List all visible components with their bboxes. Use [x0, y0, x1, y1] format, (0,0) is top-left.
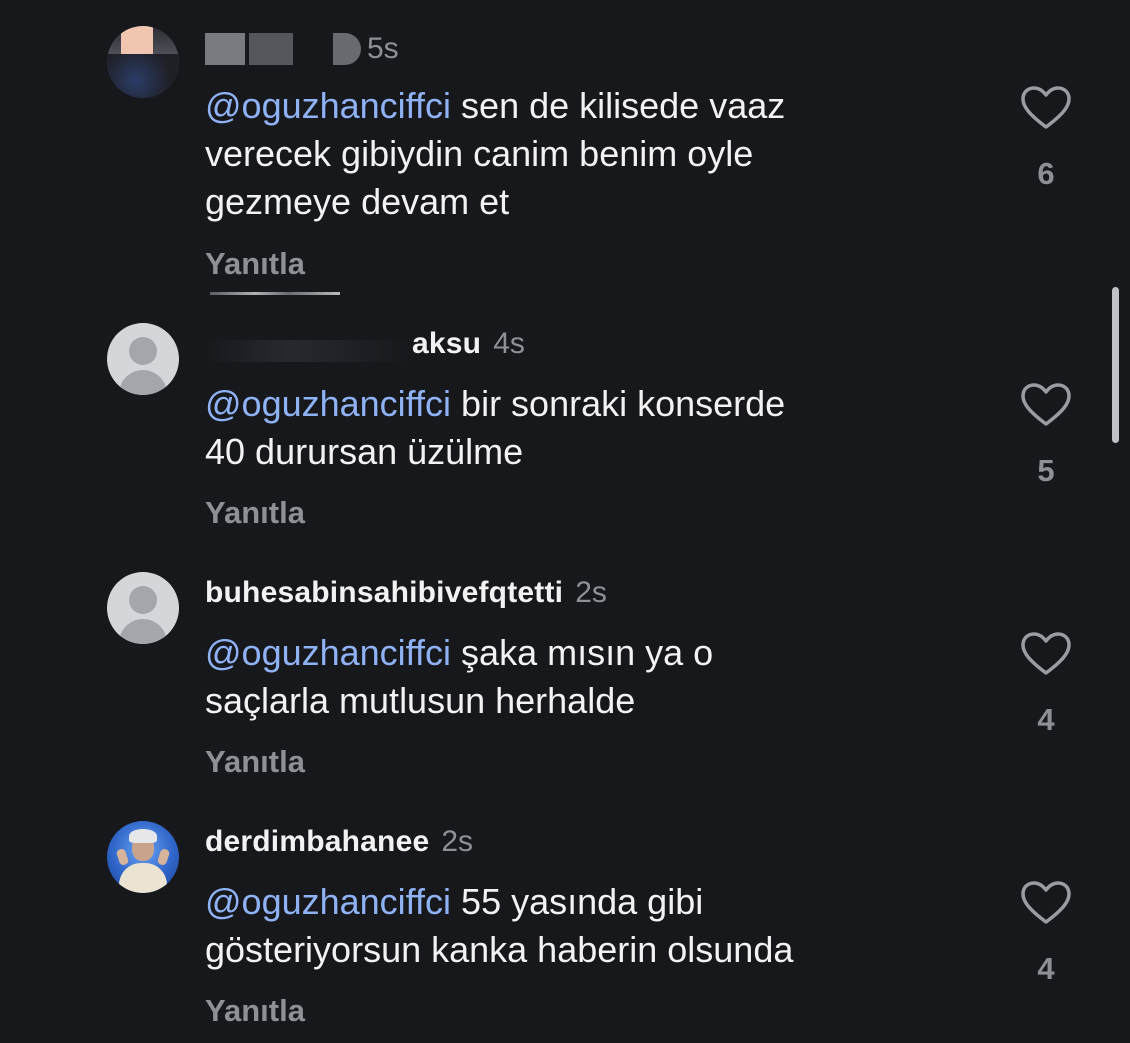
comment-text-line: gösteriyorsun kanka haberin olsunda [205, 929, 794, 970]
redacted-username-part [205, 33, 245, 65]
comment-header: aksu 4s [205, 324, 525, 364]
like-count: 6 [1037, 156, 1055, 191]
comment-text: @oguzhanciffci sen de kilisede vaaz vere… [205, 82, 945, 226]
avatar-photo-detail [119, 863, 167, 893]
heart-outline-icon[interactable] [1020, 85, 1072, 131]
comment-text-line: verecek gibiydin canim benim oyle [205, 133, 754, 174]
comment-text-line: @oguzhanciffci 55 yasında gibi [205, 878, 945, 926]
heart-outline-icon[interactable] [1020, 631, 1072, 677]
mention-link[interactable]: @oguzhanciffci [205, 85, 451, 126]
avatar[interactable] [107, 821, 179, 893]
heart-outline-icon[interactable] [1020, 382, 1072, 428]
avatar-photo-detail [107, 54, 179, 98]
avatar-shoulders-shape [119, 619, 167, 644]
avatar-photo-detail [156, 848, 171, 866]
comment-text: @oguzhanciffci bir sonraki konserde 40 d… [205, 380, 945, 476]
avatar-head-shape [129, 337, 157, 365]
comment-header: derdimbahanee 2s [205, 822, 473, 862]
comment-text-line: @oguzhanciffci sen de kilisede vaaz [205, 82, 945, 130]
mention-link[interactable]: @oguzhanciffci [205, 383, 451, 424]
comment-timestamp: 4s [493, 327, 525, 360]
comment-timestamp: 2s [575, 576, 607, 609]
comment-text-part: sen de kilisede vaaz [461, 85, 786, 126]
mention-link[interactable]: @oguzhanciffci [205, 632, 451, 673]
avatar[interactable] [107, 26, 179, 98]
comment-username[interactable]: aksu [412, 327, 481, 361]
comment-text-line: gezmeye devam et [205, 181, 510, 222]
comment-timestamp: 5s [367, 32, 399, 65]
comment-username[interactable]: buhesabinsahibivefqtetti [205, 576, 563, 610]
person-placeholder-icon[interactable] [107, 572, 179, 644]
reply-button[interactable]: Yanıtla [205, 993, 305, 1029]
avatar-photo-detail [129, 829, 157, 843]
comment-text-part: şaka mısın ya o [461, 632, 714, 673]
comment-header: buhesabinsahibivefqtetti 2s [205, 573, 607, 613]
comment-text-line: 40 durursan üzülme [205, 431, 524, 472]
comment-username[interactable]: derdimbahanee [205, 825, 429, 859]
reply-button[interactable]: Yanıtla [205, 246, 305, 282]
comments-screen: 5s @oguzhanciffci sen de kilisede vaaz v… [0, 0, 1130, 1043]
like-count: 4 [1037, 951, 1055, 986]
comment-text: @oguzhanciffci şaka mısın ya o saçlarla … [205, 629, 945, 725]
avatar-head-shape [129, 586, 157, 614]
comment-text-line: saçlarla mutlusun herhalde [205, 680, 636, 721]
like-count: 5 [1037, 453, 1055, 488]
redacted-username-part [205, 340, 412, 362]
comment-text-line: @oguzhanciffci bir sonraki konserde [205, 380, 945, 428]
like-count: 4 [1037, 702, 1055, 737]
comment-text-part: bir sonraki konserde [461, 383, 786, 424]
person-placeholder-icon[interactable] [107, 323, 179, 395]
redacted-username-part [333, 33, 361, 65]
mention-link[interactable]: @oguzhanciffci [205, 881, 451, 922]
reply-button[interactable]: Yanıtla [205, 495, 305, 531]
heart-outline-icon[interactable] [1020, 880, 1072, 926]
comment-header: 5s [205, 29, 399, 69]
comment-timestamp: 2s [441, 825, 474, 858]
comment-text: @oguzhanciffci 55 yasında gibi gösteriyo… [205, 878, 945, 974]
reply-button[interactable]: Yanıtla [205, 744, 305, 780]
redacted-divider [210, 292, 340, 295]
avatar-shoulders-shape [119, 370, 167, 395]
avatar-photo-detail [115, 848, 130, 866]
comment-text-part: 55 yasında gibi [461, 881, 704, 922]
comment-text-line: @oguzhanciffci şaka mısın ya o [205, 629, 945, 677]
scrollbar[interactable] [1112, 287, 1119, 443]
redacted-username-part [249, 33, 293, 65]
